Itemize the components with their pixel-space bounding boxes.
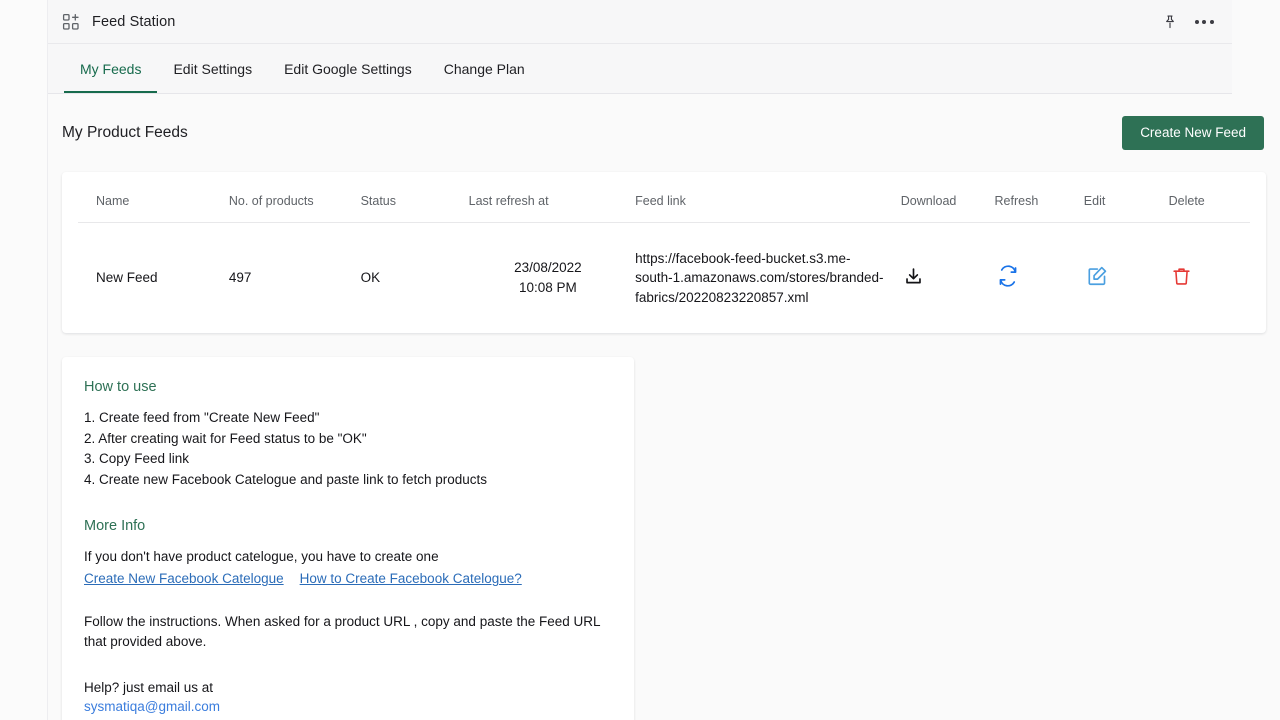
window-title-bar: Feed Station [48,0,1232,44]
column-header-name: Name [78,171,221,223]
pin-icon[interactable] [1156,8,1184,36]
page-header: My Product Feeds Create New Feed [48,94,1280,150]
download-icon[interactable] [901,263,927,289]
tab-edit-google-settings[interactable]: Edit Google Settings [268,44,428,93]
table-row: New Feed 497 OK 23/08/2022 10:08 PM http… [78,222,1250,333]
cell-edit [1076,222,1161,333]
more-info-links: Create New Facebook Catelogue How to Cre… [84,571,612,586]
column-header-products: No. of products [220,171,353,223]
feeds-table-card: Name No. of products Status Last refresh… [62,171,1266,334]
tab-bar: My Feeds Edit Settings Edit Google Setti… [48,44,1232,94]
tab-label: Edit Google Settings [284,60,412,77]
tab-label: Change Plan [443,60,525,77]
column-header-edit: Edit [1075,171,1161,223]
last-refresh-time: 10:08 PM [518,279,577,295]
help-text: Help? just email us at [84,680,214,696]
how-to-use-title: How to use [84,379,157,396]
apps-grid-plus-icon [62,13,80,31]
tab-my-feeds[interactable]: My Feeds [64,44,158,93]
column-header-refresh-action: Refresh [986,171,1076,223]
column-header-download: Download [892,171,987,223]
cell-feed-link: https://facebook-feed-bucket.s3.me-south… [635,250,884,305]
content-area: My Product Feeds Create New Feed Name No… [48,94,1280,720]
how-to-use-step: 4. Create new Facebook Catelogue and pas… [84,471,487,487]
cell-product-count: 497 [228,270,252,286]
tab-edit-settings[interactable]: Edit Settings [157,44,268,93]
dot [1194,19,1199,24]
left-gutter [0,0,48,720]
app-root: Feed Station My Feeds Edit Settings Edit… [0,0,1280,720]
column-header-status: Status [352,171,469,223]
column-header-refresh: Last refresh at [468,171,628,223]
info-card: How to use 1. Create feed from "Create N… [62,357,634,720]
app-title: Feed Station [92,13,176,30]
support-email-link[interactable]: sysmatiqa@gmail.com [84,699,220,714]
feeds-table-header: Name No. of products Status Last refresh… [78,171,1250,223]
cell-delete [1161,222,1250,333]
cell-refresh [987,222,1076,333]
tab-change-plan[interactable]: Change Plan [428,44,541,93]
trash-icon[interactable] [1169,263,1195,289]
follow-instructions-text: Follow the instructions. When asked for … [84,614,601,650]
how-to-create-catalogue-link[interactable]: How to Create Facebook Catelogue? [300,571,522,586]
create-facebook-catalogue-link[interactable]: Create New Facebook Catelogue [84,571,284,586]
cell-last-refresh: 23/08/2022 10:08 PM [469,222,627,333]
how-to-use-step: 3. Copy Feed link [84,451,190,467]
more-info-title: More Info [84,518,146,535]
more-options-icon[interactable] [1190,8,1218,36]
create-new-feed-button[interactable]: Create New Feed [1122,116,1264,150]
more-info-text: If you don't have product catelogue, you… [84,549,439,565]
feeds-table-body: New Feed 497 OK 23/08/2022 10:08 PM http… [78,222,1250,333]
last-refresh-date: 23/08/2022 [514,260,582,276]
feeds-table: Name No. of products Status Last refresh… [78,171,1250,334]
column-header-delete: Delete [1160,171,1250,223]
cell-status: OK [360,270,381,286]
table-header-row: Name No. of products Status Last refresh… [78,171,1250,223]
dot [1202,19,1206,24]
page-title: My Product Feeds [62,123,188,141]
sync-refresh-icon[interactable] [995,263,1021,289]
column-header-feed-link: Feed link [627,171,893,223]
cell-download [893,222,987,333]
dot [1209,19,1214,24]
tab-label: My Feeds [80,60,142,77]
how-to-use-step: 2. After creating wait for Feed status t… [84,430,367,446]
how-to-use-step: 1. Create feed from "Create New Feed" [84,410,320,426]
tab-label: Edit Settings [173,60,253,77]
more-dots [1194,19,1214,24]
edit-pencil-icon[interactable] [1084,263,1110,289]
cell-feed-name: New Feed [96,270,158,286]
